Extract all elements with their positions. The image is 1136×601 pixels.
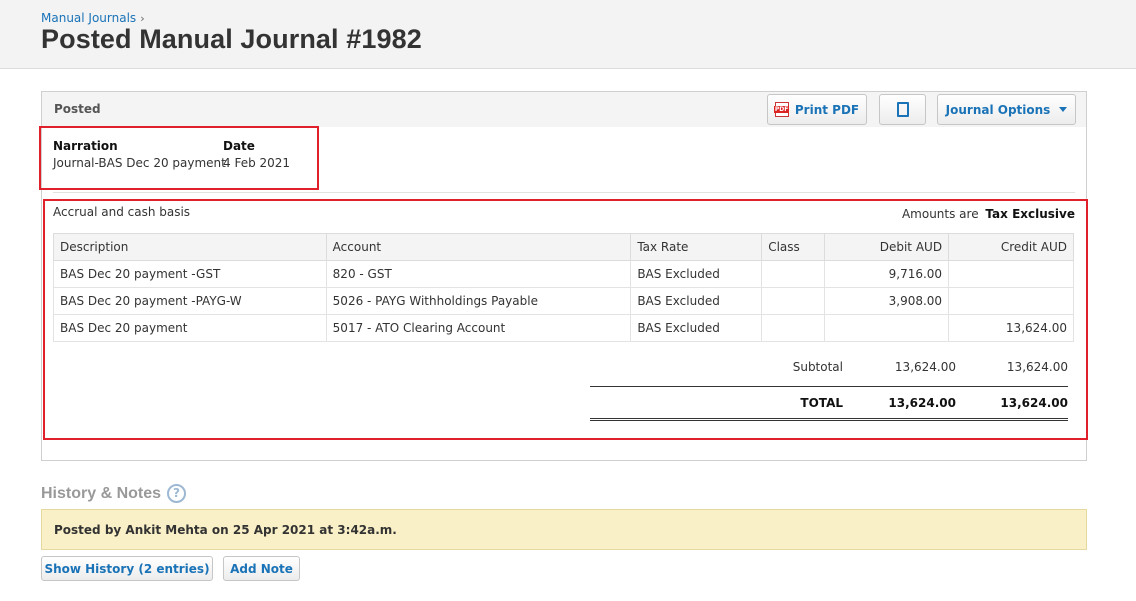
cell-description: BAS Dec 20 payment -PAYG-W — [53, 287, 327, 315]
narration-label: Narration — [53, 139, 118, 153]
cell-account: 5026 - PAYG Withholdings Payable — [325, 287, 632, 315]
subtotal-credit: 13,624.00 — [1006, 360, 1068, 374]
column-header-tax-rate: Tax Rate — [630, 233, 763, 261]
amounts-mode-value: Tax Exclusive — [985, 207, 1075, 221]
table-row: BAS Dec 20 payment 5017 - ATO Clearing A… — [53, 314, 1074, 342]
cell-tax-rate: BAS Excluded — [630, 314, 763, 342]
cell-debit: 3,908.00 — [824, 287, 950, 315]
subtotal-row: Subtotal 13,624.00 13,624.00 — [590, 360, 1068, 380]
history-notes-title: History & Notes — [41, 485, 162, 502]
add-note-button[interactable]: Add Note — [223, 556, 300, 581]
journal-options-button[interactable]: Journal Options — [937, 94, 1076, 125]
subtotal-debit: 13,624.00 — [894, 360, 956, 374]
divider — [53, 192, 1075, 193]
date-label: Date — [223, 139, 255, 153]
chevron-down-icon — [1059, 107, 1068, 112]
cell-credit: 13,624.00 — [948, 314, 1074, 342]
help-icon[interactable]: ? — [167, 484, 186, 503]
total-credit: 13,624.00 — [1000, 396, 1068, 410]
cell-account: 5017 - ATO Clearing Account — [325, 314, 632, 342]
subtotal-divider — [590, 386, 1068, 387]
copy-icon — [896, 102, 909, 117]
table-header-row: Description Account Tax Rate Class Debit… — [53, 233, 1074, 261]
cell-tax-rate: BAS Excluded — [630, 260, 763, 288]
amounts-prefix: Amounts are — [901, 207, 979, 221]
cell-debit: 9,716.00 — [824, 260, 950, 288]
amounts-mode: Amounts are Tax Exclusive — [902, 207, 1075, 221]
table-row: BAS Dec 20 payment -GST 820 - GST BAS Ex… — [53, 260, 1074, 288]
print-pdf-button[interactable]: Print PDF — [767, 94, 867, 125]
cell-account: 820 - GST — [325, 260, 632, 288]
panel-header: Posted Print PDF Journal Options — [42, 92, 1086, 127]
page-title: Posted Manual Journal #1982 — [41, 24, 422, 54]
basis-label: Accrual and cash basis — [53, 205, 191, 219]
show-history-button[interactable]: Show History (2 entries) — [41, 556, 213, 581]
total-double-underline — [590, 418, 1068, 421]
journal-options-label: Journal Options — [945, 102, 1051, 117]
history-note-text: Posted by Ankit Mehta on 25 Apr 2021 at … — [54, 523, 397, 537]
breadcrumb: Manual Journals › — [41, 11, 145, 25]
print-pdf-label: Print PDF — [794, 102, 860, 117]
cell-description: BAS Dec 20 payment -GST — [53, 260, 327, 288]
column-header-class: Class — [761, 233, 826, 261]
cell-credit — [948, 287, 1074, 315]
total-label: TOTAL — [800, 396, 843, 410]
column-header-debit: Debit AUD — [824, 233, 950, 261]
history-note: Posted by Ankit Mehta on 25 Apr 2021 at … — [41, 509, 1087, 550]
subtotal-label: Subtotal — [792, 360, 843, 374]
cell-tax-rate: BAS Excluded — [630, 287, 763, 315]
narration-value: Journal-BAS Dec 20 payment — [53, 156, 226, 170]
cell-credit — [948, 260, 1074, 288]
date-value: 4 Feb 2021 — [223, 156, 291, 170]
total-debit: 13,624.00 — [888, 396, 956, 410]
table-row: BAS Dec 20 payment -PAYG-W 5026 - PAYG W… — [53, 287, 1074, 315]
cell-description: BAS Dec 20 payment — [53, 314, 327, 342]
journal-lines-table: Description Account Tax Rate Class Debit… — [53, 233, 1074, 342]
cell-class — [761, 287, 826, 315]
column-header-description: Description — [53, 233, 327, 261]
pdf-icon — [773, 102, 790, 117]
page-header: Manual Journals › Posted Manual Journal #… — [0, 0, 1136, 69]
column-header-credit: Credit AUD — [948, 233, 1074, 261]
cell-class — [761, 314, 826, 342]
copy-journal-button[interactable] — [879, 94, 926, 125]
column-header-account: Account — [325, 233, 632, 261]
breadcrumb-link-manual-journals[interactable]: Manual Journals — [41, 11, 136, 25]
cell-class — [761, 260, 826, 288]
status-label: Posted — [54, 102, 101, 116]
cell-debit — [824, 314, 950, 342]
